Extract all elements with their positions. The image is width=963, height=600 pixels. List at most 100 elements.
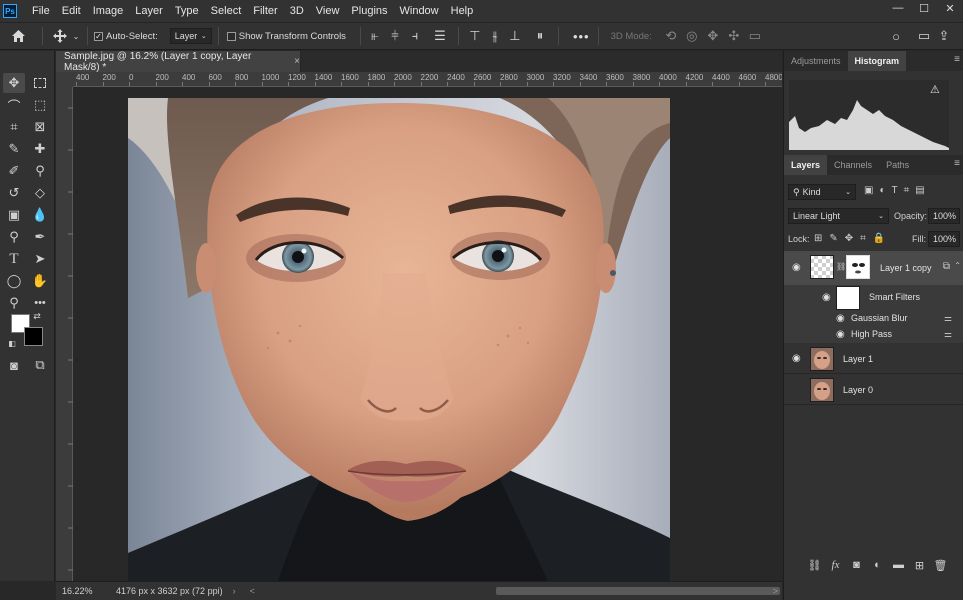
show-transform-checkbox[interactable] — [226, 31, 236, 41]
filter-name[interactable]: High Pass — [851, 329, 892, 339]
filter-type-icon[interactable]: T — [892, 185, 898, 196]
3d-camera-icon[interactable]: ▭ — [746, 28, 764, 44]
menu-select[interactable]: Select — [205, 0, 248, 22]
menu-file[interactable]: File — [26, 0, 56, 22]
align-middle-icon[interactable]: ⫳ — [487, 28, 503, 44]
filter-name[interactable]: Gaussian Blur — [851, 313, 908, 323]
lock-image-icon[interactable]: ✎ — [829, 233, 837, 244]
healing-brush-tool-icon[interactable]: ✚ — [29, 139, 51, 159]
menu-help[interactable]: Help — [445, 0, 480, 22]
horizontal-ruler[interactable]: 400 200 0 200 400 600 800 1000 1200 1400 1600 1800 2… — [73, 72, 782, 87]
clone-stamp-tool-icon[interactable]: ⚲ — [29, 161, 51, 181]
maximize-button[interactable]: ☐ — [911, 0, 937, 16]
new-group-icon[interactable]: ▬ — [888, 559, 909, 571]
document-tab[interactable]: Sample.jpg @ 16.2% (Layer 1 copy, Layer … — [56, 51, 301, 73]
menu-plugins[interactable]: Plugins — [345, 0, 393, 22]
distribute-icon[interactable]: ☰ — [432, 28, 448, 44]
warning-icon[interactable]: ⚠ — [930, 83, 940, 96]
share-icon[interactable]: ⇪ — [937, 28, 951, 44]
3d-roll-icon[interactable]: ◎ — [683, 28, 701, 44]
auto-select-target-dropdown[interactable]: Layer ⌄ — [169, 28, 212, 44]
horizontal-scrollbar-thumb[interactable] — [496, 587, 780, 595]
layer-row-layer-0[interactable]: Layer 0 — [784, 375, 963, 405]
minimize-button[interactable]: — — [885, 0, 911, 16]
frame-tool-icon[interactable]: ⊠ — [29, 117, 51, 137]
zoom-level[interactable]: 16.22% — [62, 586, 116, 596]
link-layers-icon[interactable]: ⛓ — [804, 559, 825, 572]
visibility-toggle-off[interactable] — [792, 384, 802, 394]
filter-row-gaussian-blur[interactable]: ◉ Gaussian Blur ⚌ — [784, 311, 963, 327]
close-button[interactable]: ✕ — [937, 0, 963, 16]
menu-filter[interactable]: Filter — [247, 0, 283, 22]
dodge-tool-icon[interactable]: ⚲ — [3, 227, 25, 247]
vertical-ruler[interactable] — [56, 87, 73, 581]
layer-filter-dropdown[interactable]: ⚲ Kind ⌄ — [788, 184, 856, 200]
layer-mask-thumbnail[interactable] — [846, 255, 870, 279]
layer-thumbnail[interactable] — [810, 347, 834, 371]
tab-adjustments[interactable]: Adjustments — [784, 51, 848, 71]
quick-mask-icon[interactable]: ◙ — [3, 355, 25, 375]
distribute-vertical-icon[interactable]: ⏸ — [532, 28, 548, 44]
layer-name[interactable]: Layer 1 copy — [880, 263, 932, 273]
new-layer-icon[interactable]: ⊞ — [909, 559, 930, 572]
move-tool-icon[interactable] — [49, 29, 71, 43]
document-info[interactable]: 4176 px x 3632 px (72 ppi) — [116, 586, 223, 596]
adjustment-layer-icon[interactable]: ◐ — [867, 559, 888, 571]
layer-name[interactable]: Layer 1 — [843, 354, 873, 364]
screen-mode-icon[interactable]: ⧉ — [29, 355, 51, 375]
visibility-eye-icon[interactable]: ◉ — [792, 262, 801, 273]
layer-style-icon[interactable]: fx — [825, 559, 846, 571]
smart-filters-label[interactable]: Smart Filters — [869, 292, 920, 302]
lock-position-icon[interactable]: ✥ — [845, 233, 853, 244]
blend-mode-dropdown[interactable]: Linear Light ⌄ — [788, 208, 889, 224]
tab-histogram[interactable]: Histogram — [847, 51, 907, 71]
path-selection-tool-icon[interactable]: ➤ — [29, 249, 51, 269]
layers-panel-menu-icon[interactable]: ≡ — [954, 158, 960, 169]
filter-smart-object-icon[interactable]: ▤ — [915, 185, 924, 196]
lock-all-icon[interactable]: 🔒 — [873, 233, 885, 244]
opacity-input[interactable]: 100% — [928, 208, 960, 224]
filter-options-icon[interactable]: ⚌ — [944, 329, 952, 340]
layer-row-smart-filters[interactable]: ◉ Smart Filters — [784, 285, 963, 311]
visibility-eye-icon[interactable]: ◉ — [792, 353, 801, 364]
3d-slide-icon[interactable]: ✣ — [725, 28, 743, 44]
filter-options-icon[interactable]: ⚌ — [944, 313, 952, 324]
background-color-swatch[interactable] — [24, 327, 43, 346]
history-brush-tool-icon[interactable]: ↺ — [3, 183, 25, 203]
gradient-tool-icon[interactable]: ▣ — [3, 205, 25, 225]
lock-transparent-icon[interactable]: ⊞ — [814, 233, 822, 244]
ellipse-tool-icon[interactable]: ◯ — [3, 271, 25, 291]
link-icon[interactable]: ⛓ — [836, 262, 846, 271]
menu-layer[interactable]: Layer — [129, 0, 169, 22]
pen-tool-icon[interactable]: ✒ — [29, 227, 51, 247]
menu-window[interactable]: Window — [394, 0, 445, 22]
marquee-tool-icon[interactable] — [29, 73, 51, 93]
filter-pixel-icon[interactable]: ▣ — [864, 185, 873, 196]
menu-view[interactable]: View — [310, 0, 346, 22]
menu-image[interactable]: Image — [87, 0, 130, 22]
3d-orbit-icon[interactable]: ⟲ — [662, 28, 680, 44]
more-options-button[interactable]: ••• — [573, 29, 590, 44]
document-image[interactable] — [128, 98, 670, 581]
scroll-right-button[interactable]: > — [773, 586, 778, 596]
delete-layer-icon[interactable]: 🗑 — [930, 559, 951, 572]
default-colors-icon[interactable]: ◧ — [6, 337, 18, 349]
home-icon[interactable] — [0, 29, 36, 43]
menu-type[interactable]: Type — [169, 0, 205, 22]
align-bottom-icon[interactable]: ⊥ — [507, 28, 523, 44]
lock-artboard-icon[interactable]: ⌗ — [860, 233, 866, 244]
auto-select-checkbox[interactable]: ✓ — [94, 31, 103, 41]
scroll-left-button[interactable]: < — [250, 586, 255, 596]
collapse-icon[interactable]: ⌃ — [954, 261, 961, 270]
crop-tool-icon[interactable]: ⌗ — [3, 117, 25, 137]
hand-tool-icon[interactable]: ✋ — [29, 271, 51, 291]
close-tab-icon[interactable]: × — [294, 56, 300, 67]
type-tool-icon[interactable]: T — [3, 249, 25, 269]
tab-layers[interactable]: Layers — [784, 155, 828, 175]
visibility-eye-icon[interactable]: ◉ — [836, 313, 845, 324]
visibility-eye-icon[interactable]: ◉ — [822, 292, 831, 303]
eraser-tool-icon[interactable]: ◇ — [29, 183, 51, 203]
ruler-origin[interactable] — [56, 72, 73, 87]
search-icon[interactable]: ○ — [889, 29, 903, 44]
fill-input[interactable]: 100% — [928, 231, 960, 247]
